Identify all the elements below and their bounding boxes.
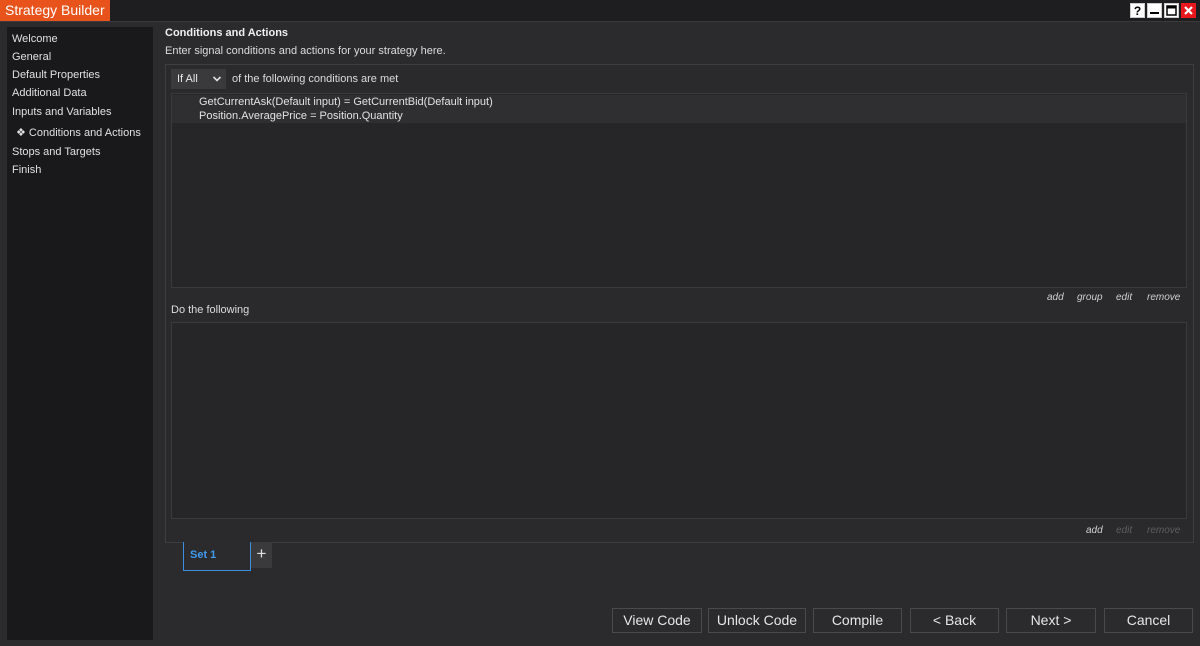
svg-text:?: ? — [1134, 4, 1141, 17]
condition-mode-value: If All — [177, 73, 198, 85]
page-description: Enter signal conditions and actions for … — [165, 45, 446, 57]
tab-set-1[interactable]: Set 1 — [183, 542, 251, 571]
condition-row[interactable]: Position.AveragePrice = Position.Quantit… — [172, 109, 1186, 123]
window-title: Strategy Builder — [0, 0, 110, 21]
minimize-icon[interactable] — [1147, 3, 1162, 18]
condition-group-link[interactable]: group — [1077, 292, 1103, 303]
sidebar-item-stops-targets[interactable]: Stops and Targets — [12, 146, 100, 158]
cancel-button[interactable]: Cancel — [1104, 608, 1193, 633]
condition-row[interactable]: GetCurrentAsk(Default input) = GetCurren… — [172, 95, 1186, 109]
sidebar-item-general[interactable]: General — [12, 51, 51, 63]
condition-add-link[interactable]: add — [1047, 292, 1064, 303]
compile-button[interactable]: Compile — [813, 608, 902, 633]
add-set-button[interactable]: + — [251, 542, 272, 568]
condition-remove-link[interactable]: remove — [1147, 292, 1180, 303]
action-edit-link: edit — [1116, 525, 1133, 536]
title-bar — [0, 0, 1200, 22]
condition-mode-label: of the following conditions are met — [232, 73, 399, 85]
sidebar-item-conditions-actions[interactable]: ❖ Conditions and Actions — [16, 126, 141, 139]
next-button[interactable]: Next > — [1006, 608, 1096, 633]
sidebar-item-additional-data[interactable]: Additional Data — [12, 87, 87, 99]
action-remove-link: remove — [1147, 525, 1181, 536]
sidebar-item-finish[interactable]: Finish — [12, 164, 41, 176]
close-icon[interactable] — [1181, 3, 1196, 18]
actions-list[interactable] — [171, 322, 1187, 519]
condition-mode-select[interactable]: If All — [171, 69, 226, 89]
unlock-code-button[interactable]: Unlock Code — [708, 608, 806, 633]
maximize-icon[interactable] — [1164, 3, 1179, 18]
help-icon[interactable]: ? — [1130, 3, 1145, 18]
sidebar-item-default-properties[interactable]: Default Properties — [12, 69, 100, 81]
sidebar-item-inputs-variables[interactable]: Inputs and Variables — [12, 106, 111, 118]
sidebar: Welcome General Default Properties Addit… — [7, 27, 153, 640]
action-add-link[interactable]: add — [1086, 525, 1103, 536]
view-code-button[interactable]: View Code — [612, 608, 702, 633]
actions-label: Do the following — [171, 304, 250, 316]
sidebar-item-welcome[interactable]: Welcome — [12, 33, 58, 45]
condition-edit-link[interactable]: edit — [1116, 292, 1132, 303]
conditions-list[interactable]: GetCurrentAsk(Default input) = GetCurren… — [171, 93, 1187, 288]
back-button[interactable]: < Back — [910, 608, 999, 633]
chevron-down-icon — [212, 69, 222, 96]
page-title: Conditions and Actions — [165, 27, 289, 39]
